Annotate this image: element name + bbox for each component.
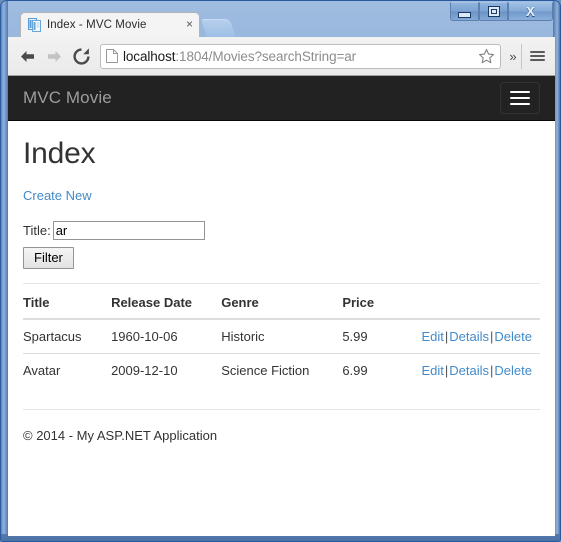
- url-path: :1804/Movies?searchString=ar: [175, 48, 357, 64]
- url-text: localhost:1804/Movies?searchString=ar: [123, 49, 478, 64]
- cell-genre: Science Fiction: [221, 353, 343, 387]
- filter-form: Title: Filter: [23, 221, 540, 269]
- forward-arrow-icon: [48, 50, 61, 62]
- edit-link[interactable]: Edit: [421, 329, 443, 344]
- hamburger-line-icon: [510, 103, 530, 105]
- browser-window: X Index - MVC Movie × localhost:1804/Mov…: [0, 0, 561, 542]
- hamburger-line-icon: [529, 59, 545, 61]
- movies-table: Title Release Date Genre Price Spartacus…: [23, 295, 540, 387]
- tab-strip: Index - MVC Movie ×: [8, 8, 555, 38]
- column-header-genre: Genre: [221, 295, 343, 320]
- create-new-link[interactable]: Create New: [23, 188, 92, 203]
- back-arrow-icon: [21, 50, 34, 62]
- page-title: Index: [23, 137, 96, 170]
- reload-button[interactable]: [68, 43, 95, 70]
- browser-toolbar: localhost:1804/Movies?searchString=ar »: [8, 37, 555, 76]
- page-favicon-icon: [28, 18, 41, 32]
- title-label: Title:: [23, 223, 51, 238]
- page-viewport: MVC Movie Index Create New Title: Filter: [8, 76, 555, 536]
- cell-title: Avatar: [23, 353, 112, 387]
- hamburger-line-icon: [510, 97, 530, 99]
- footer-divider: [23, 409, 540, 410]
- delete-link[interactable]: Delete: [494, 363, 532, 378]
- window-frame-left: [1, 1, 8, 541]
- cell-actions: Edit|Details|Delete: [421, 353, 540, 387]
- details-link[interactable]: Details: [449, 363, 489, 378]
- cell-release: 1960-10-06: [111, 318, 222, 354]
- bookmark-star-icon[interactable]: [478, 48, 495, 65]
- cell-title: Spartacus: [23, 318, 112, 354]
- column-header-price: Price: [342, 295, 422, 320]
- filter-button[interactable]: Filter: [23, 247, 74, 269]
- navbar-brand[interactable]: MVC Movie: [23, 88, 112, 108]
- hamburger-line-icon: [529, 55, 545, 57]
- form-table-divider: [23, 283, 540, 284]
- tab-close-icon[interactable]: ×: [184, 18, 195, 32]
- toolbar-overflow-button[interactable]: »: [505, 43, 522, 69]
- table-header-row: Title Release Date Genre Price: [23, 295, 540, 320]
- search-title-input[interactable]: [52, 221, 205, 240]
- address-bar[interactable]: localhost:1804/Movies?searchString=ar: [100, 43, 501, 69]
- delete-link[interactable]: Delete: [494, 329, 532, 344]
- new-tab-button[interactable]: [200, 19, 237, 38]
- hamburger-line-icon: [529, 51, 545, 53]
- page-container: Index Create New Title: Filter Title Rel…: [8, 137, 555, 443]
- footer-text: © 2014 - My ASP.NET Application: [23, 428, 218, 443]
- cell-price: 5.99: [342, 318, 422, 354]
- column-header-actions: [421, 295, 540, 320]
- column-header-release: Release Date: [111, 295, 222, 320]
- column-header-title: Title: [23, 295, 112, 320]
- cell-release: 2009-12-10: [111, 353, 222, 387]
- edit-link[interactable]: Edit: [421, 363, 443, 378]
- table-row: Avatar 2009-12-10 Science Fiction 6.99 E…: [23, 353, 540, 387]
- tab-title: Index - MVC Movie: [47, 19, 147, 31]
- site-navbar: MVC Movie: [8, 76, 555, 121]
- table-row: Spartacus 1960-10-06 Historic 5.99 Edit|…: [23, 318, 540, 354]
- hamburger-line-icon: [510, 91, 530, 93]
- page-document-icon: [106, 49, 118, 63]
- back-button[interactable]: [14, 43, 41, 70]
- details-link[interactable]: Details: [449, 329, 489, 344]
- forward-button: [41, 43, 68, 70]
- chrome-menu-button[interactable]: [525, 44, 549, 69]
- cell-genre: Historic: [221, 318, 343, 354]
- cell-price: 6.99: [342, 353, 422, 387]
- navbar-toggle-button[interactable]: [500, 82, 540, 114]
- browser-tab[interactable]: Index - MVC Movie ×: [20, 12, 200, 37]
- movies-table-head: Title Release Date Genre Price: [23, 295, 540, 320]
- filter-form-row: Title:: [23, 221, 540, 240]
- cell-actions: Edit|Details|Delete: [421, 318, 540, 354]
- reload-icon: [73, 47, 90, 65]
- movies-table-body: Spartacus 1960-10-06 Historic 5.99 Edit|…: [23, 318, 540, 387]
- url-host: localhost: [123, 48, 176, 64]
